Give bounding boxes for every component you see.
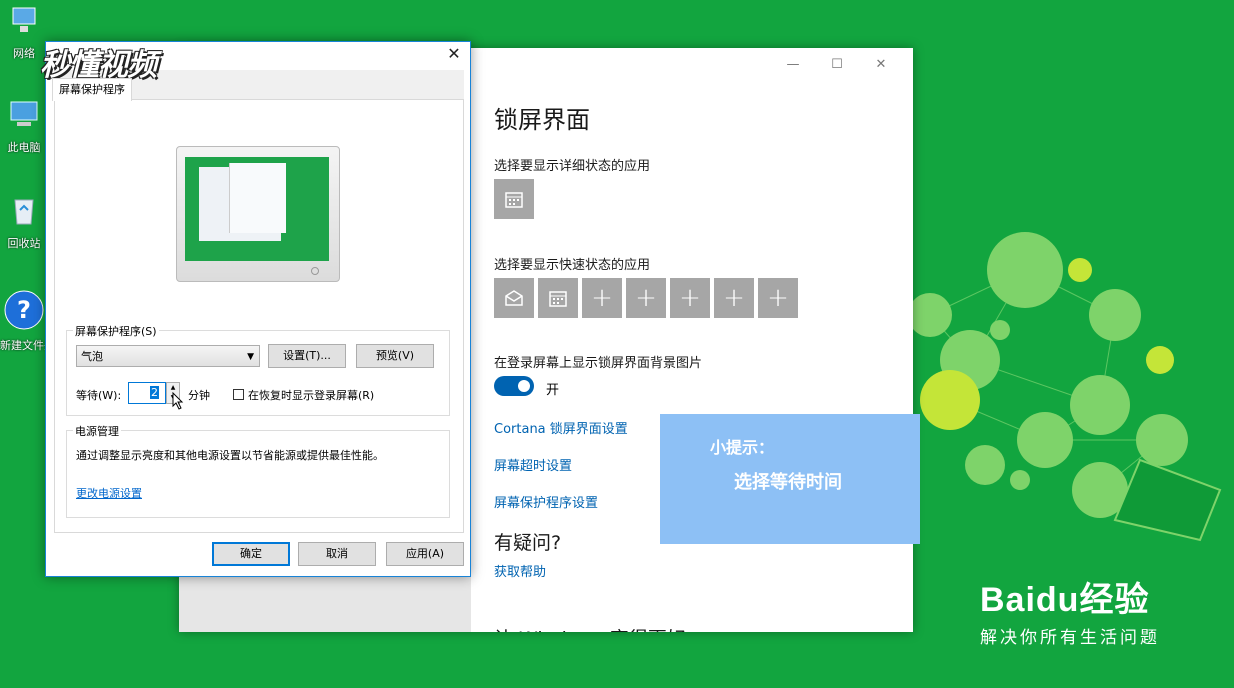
- screensaver-group: 屏幕保护程序(S): [66, 323, 450, 416]
- apply-button[interactable]: 应用(A): [386, 542, 464, 566]
- bg-image-toggle[interactable]: [494, 376, 534, 396]
- toggle-knob: [518, 380, 530, 392]
- cortana-lock-settings-link[interactable]: Cortana 锁屏界面设置: [494, 418, 628, 437]
- baidu-brand: Baidu经验: [980, 581, 1150, 619]
- resume-login-checkbox[interactable]: [233, 389, 244, 400]
- plus-icon: +: [591, 283, 613, 313]
- decor-tree-graphic: [908, 232, 1222, 542]
- wait-label: 等待(W):: [76, 389, 122, 402]
- page-title: 锁屏界面: [494, 106, 590, 134]
- desktop-icon-recycle-bin[interactable]: 回收站: [0, 194, 48, 251]
- feedback-heading: 让 Windows 变得更好: [494, 624, 686, 632]
- cancel-button[interactable]: 取消: [298, 542, 376, 566]
- svg-text:?: ?: [17, 296, 31, 324]
- screensaver-settings-button[interactable]: 设置(T)...: [268, 344, 346, 368]
- desktop-icon-new-folder[interactable]: ? 新建文件夹: [0, 290, 55, 353]
- ok-button[interactable]: 确定: [212, 542, 290, 566]
- resume-login-label: 在恢复时显示登录屏幕(R): [248, 389, 375, 402]
- minimize-button[interactable]: —: [771, 54, 815, 76]
- detail-status-label: 选择要显示详细状态的应用: [494, 159, 651, 174]
- desktop-icon-computer[interactable]: 此电脑: [0, 98, 48, 155]
- window-controls: — ☐ ✕: [771, 54, 903, 76]
- desktop-icon-label: 回收站: [7, 237, 41, 250]
- screen-timeout-link[interactable]: 屏幕超时设置: [494, 455, 572, 474]
- preview-button[interactable]: 预览(V): [356, 344, 434, 368]
- desktop-icon-label: 此电脑: [7, 141, 41, 154]
- mouse-cursor-icon: [172, 392, 184, 410]
- tip-body: 选择等待时间: [734, 472, 842, 493]
- plus-icon: +: [767, 283, 789, 313]
- baidu-slogan: 解决你所有生活问题: [980, 628, 1160, 648]
- screensaver-select[interactable]: 气泡 ▼: [76, 345, 260, 367]
- quick-status-add-button[interactable]: +: [714, 278, 754, 318]
- quick-status-add-button[interactable]: +: [626, 278, 666, 318]
- baidu-logo: Baidu经验 解决你所有生活问题: [980, 572, 1180, 648]
- screensaver-group-label: 屏幕保护程序(S): [73, 323, 159, 339]
- screensaver-selected-value: 气泡: [81, 350, 103, 363]
- toggle-state-label: 开: [546, 383, 560, 398]
- screensaver-preview-monitor: [176, 146, 340, 282]
- plus-icon: +: [723, 283, 745, 313]
- preview-screen: [185, 157, 329, 261]
- wait-unit-label: 分钟: [188, 389, 210, 402]
- tab-screensaver[interactable]: 屏幕保护程序: [52, 78, 132, 101]
- plus-icon: +: [679, 283, 701, 313]
- get-help-link[interactable]: 获取帮助: [494, 561, 546, 580]
- maximize-button[interactable]: ☐: [815, 54, 859, 76]
- screensaver-settings-link[interactable]: 屏幕保护程序设置: [494, 492, 598, 511]
- change-power-settings-link[interactable]: 更改电源设置: [76, 485, 142, 501]
- recycle-bin-icon: [14, 199, 34, 225]
- power-group-label: 电源管理: [73, 423, 121, 439]
- tip-box: 小提示： 选择等待时间: [660, 414, 920, 544]
- quick-status-tile-calendar[interactable]: [538, 278, 578, 318]
- network-icon: [12, 7, 36, 32]
- power-description: 通过调整显示亮度和其他电源设置以节省能源或提供最佳性能。: [76, 449, 384, 462]
- quick-status-add-button[interactable]: +: [582, 278, 622, 318]
- calendar-icon: [505, 192, 523, 208]
- quick-status-tile-mail[interactable]: [494, 278, 534, 318]
- screensaver-dialog: ✕ 屏幕保护程序 屏幕保护程序(S) 气泡 ▼ 设置(T)... 预览(V) 等…: [45, 41, 471, 577]
- question-heading: 有疑问?: [494, 532, 562, 554]
- desktop-icon-label: 新建文件夹: [0, 339, 55, 352]
- quick-status-add-button[interactable]: +: [758, 278, 798, 318]
- power-group: 电源管理: [66, 423, 450, 518]
- mail-icon: [505, 290, 523, 306]
- detail-status-app-tile[interactable]: [494, 179, 534, 219]
- tip-title: 小提示：: [710, 438, 775, 457]
- computer-icon: [10, 101, 38, 126]
- help-file-icon: ?: [4, 290, 44, 330]
- wait-minutes-input[interactable]: 2: [128, 382, 166, 404]
- quick-status-add-button[interactable]: +: [670, 278, 710, 318]
- monitor-power-led: [311, 267, 319, 275]
- close-button[interactable]: ✕: [859, 54, 903, 76]
- plus-icon: +: [635, 283, 657, 313]
- quick-status-label: 选择要显示快速状态的应用: [494, 258, 651, 273]
- preview-window: [229, 163, 286, 233]
- chevron-down-icon: ▼: [247, 352, 254, 362]
- bg-image-label: 在登录屏幕上显示锁屏界面背景图片: [494, 356, 703, 371]
- wait-value: 2: [150, 386, 159, 399]
- calendar-icon: [549, 291, 567, 307]
- dialog-close-button[interactable]: ✕: [444, 44, 464, 64]
